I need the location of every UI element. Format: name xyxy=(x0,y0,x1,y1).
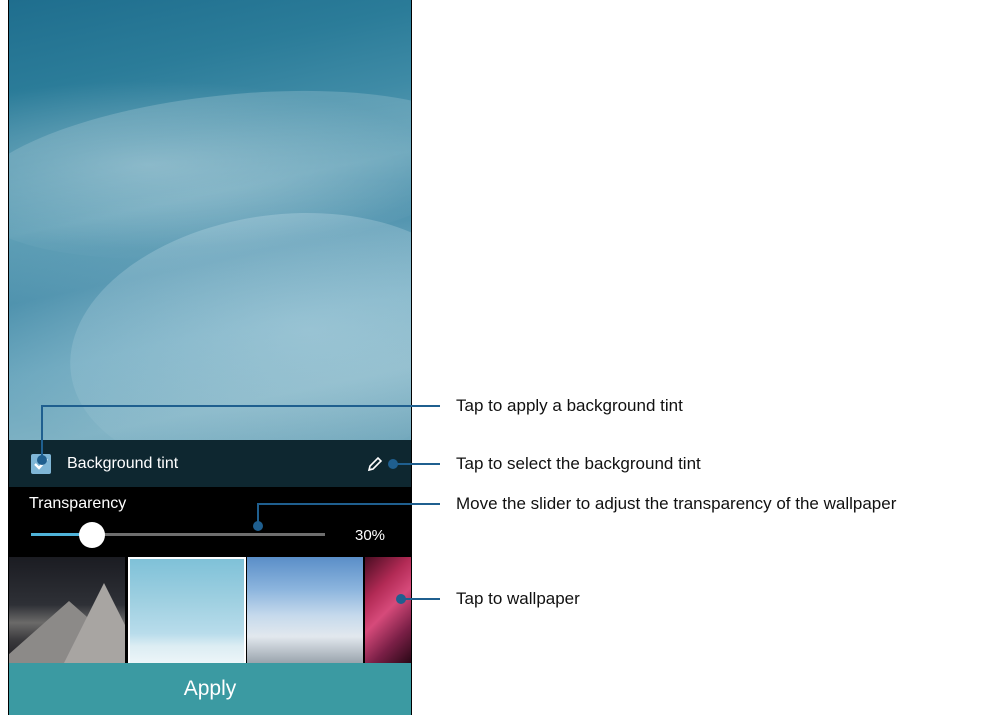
callout-slider: Move the slider to adjust the transparen… xyxy=(456,494,897,513)
callout-wallpaper: Tap to wallpaper xyxy=(456,589,580,608)
callout-select-tint: Tap to select the background tint xyxy=(456,454,701,473)
callout-apply-tint: Tap to apply a background tint xyxy=(456,396,683,415)
